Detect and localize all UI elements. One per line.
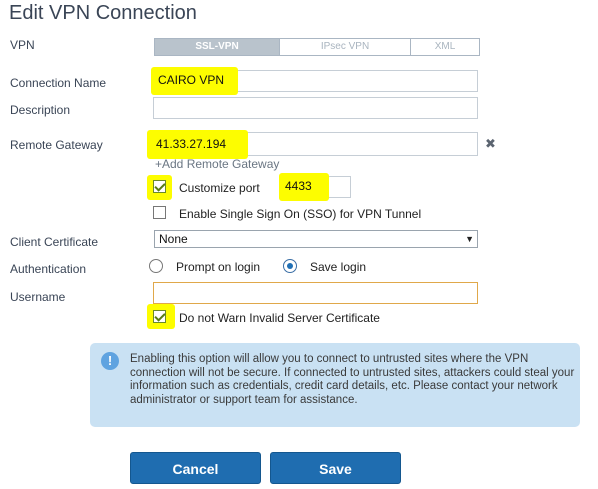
port-value: 4433 [285,179,312,193]
save-button[interactable]: Save [270,452,401,484]
vpn-type-selector: SSL-VPN IPsec VPN XML [154,38,480,56]
warn-cert-label: Do not Warn Invalid Server Certificate [179,311,380,325]
info-icon: ! [101,352,119,370]
client-certificate-select[interactable]: None ▼ [154,230,478,248]
save-login-radio[interactable] [283,259,297,273]
sso-checkbox[interactable] [153,206,166,219]
client-certificate-label: Client Certificate [10,235,99,249]
tab-ssl-vpn[interactable]: SSL-VPN [155,39,280,55]
add-remote-gateway-link[interactable]: +Add Remote Gateway [155,157,279,171]
customize-port-label: Customize port [179,181,260,195]
client-certificate-value: None [159,232,188,246]
info-message: Enabling this option will allow you to c… [130,353,575,406]
page-title: Edit VPN Connection [9,2,197,24]
vpn-label: VPN [10,38,35,52]
close-icon[interactable]: ✖ [485,136,496,152]
sso-label: Enable Single Sign On (SSO) for VPN Tunn… [179,207,422,221]
description-label: Description [10,103,71,117]
description-field[interactable] [153,97,478,119]
remote-gateway-label: Remote Gateway [10,138,103,152]
username-label: Username [10,290,66,304]
connection-name-label: Connection Name [10,76,107,90]
customize-port-checkbox[interactable] [153,180,166,193]
tab-xml[interactable]: XML [411,39,479,55]
connection-name-value: CAIRO VPN [158,73,225,87]
authentication-label: Authentication [10,262,87,276]
prompt-on-login-label: Prompt on login [176,260,261,274]
prompt-on-login-radio[interactable] [149,259,163,273]
save-login-label: Save login [310,260,367,274]
remote-gateway-value: 41.33.27.194 [156,137,227,151]
warn-cert-checkbox[interactable] [153,310,166,323]
username-field[interactable] [153,282,478,304]
chevron-down-icon: ▼ [465,234,474,244]
tab-ipsec-vpn[interactable]: IPsec VPN [280,39,411,55]
cancel-button[interactable]: Cancel [130,452,261,484]
